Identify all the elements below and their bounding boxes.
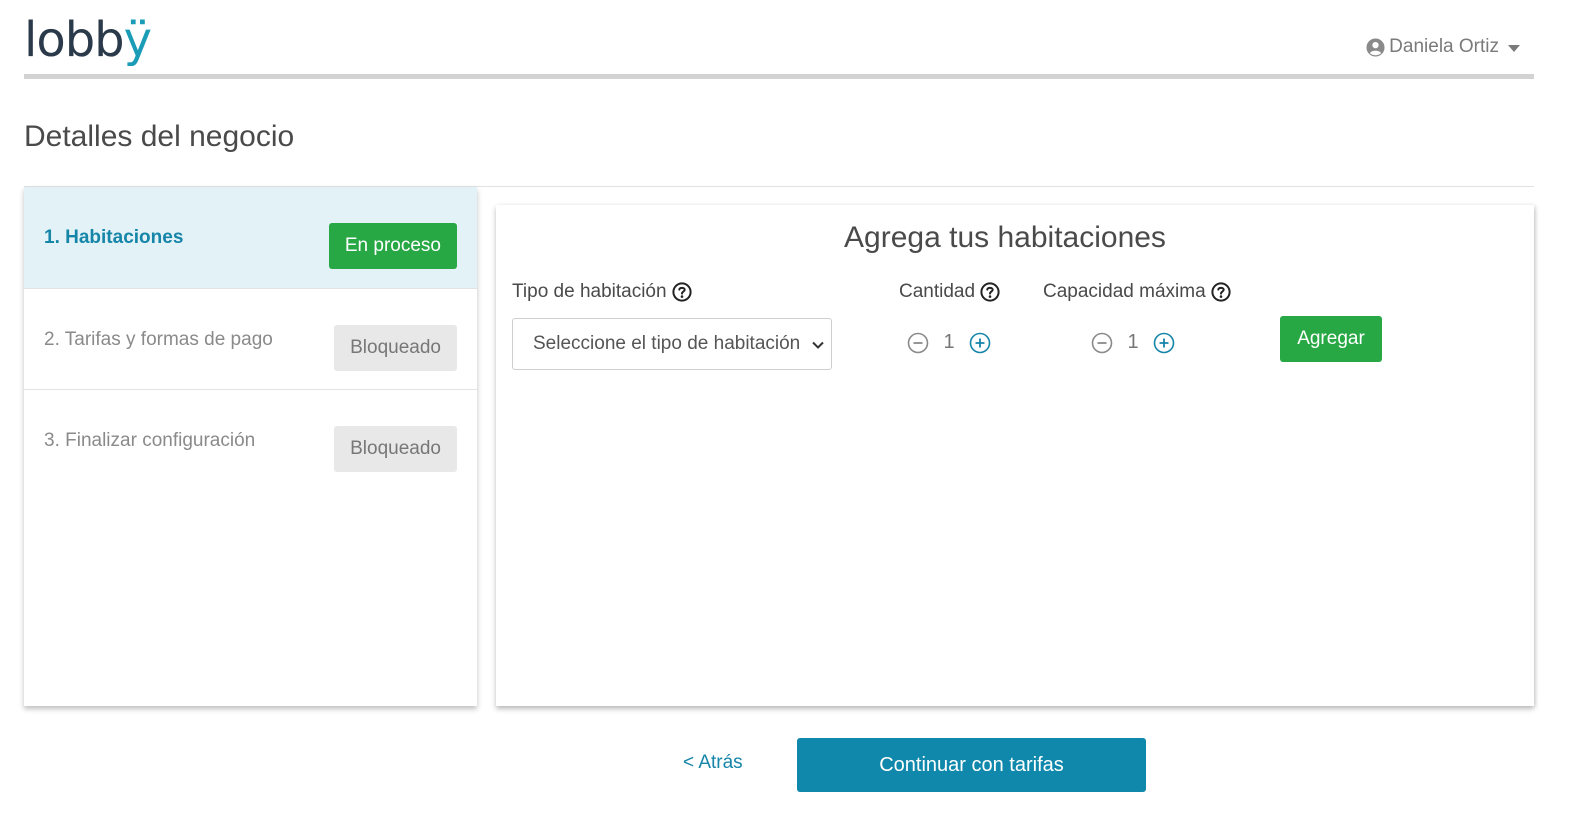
back-link[interactable]: < Atrás: [683, 752, 743, 774]
capacity-label: Capacidad máxima: [1043, 281, 1231, 303]
page-title: Detalles del negocio: [24, 120, 295, 153]
caret-down-icon: [1508, 44, 1520, 52]
rooms-panel: Agrega tus habitaciones Tipo de habitaci…: [496, 205, 1534, 706]
user-menu[interactable]: Daniela Ortiz: [1366, 36, 1520, 58]
step-label: 3. Finalizar configuración: [44, 430, 256, 451]
step-label: 1. Habitaciones: [44, 227, 184, 248]
capacity-value: 1: [1127, 331, 1139, 353]
logo-text: lobb: [24, 12, 125, 68]
lobby-logo[interactable]: lobbÿ: [24, 12, 152, 68]
question-circle-icon[interactable]: [1211, 282, 1231, 302]
header-divider: [24, 74, 1534, 79]
quantity-value: 1: [943, 331, 955, 353]
steps-sidebar: 1. Habitaciones En proceso 2. Tarifas y …: [24, 187, 477, 706]
quantity-stepper: 1: [907, 331, 991, 354]
room-type-label: Tipo de habitación: [512, 281, 692, 303]
logo-accent: ÿ: [123, 12, 152, 68]
user-circle-icon: [1366, 37, 1385, 57]
step-label: 2. Tarifas y formas de pago: [44, 329, 273, 350]
question-circle-icon[interactable]: [980, 282, 1000, 302]
user-name: Daniela Ortiz: [1389, 36, 1499, 57]
status-badge: Bloqueado: [334, 325, 457, 371]
capacity-stepper: 1: [1091, 331, 1175, 354]
minus-circle-icon[interactable]: [907, 332, 929, 354]
panel-title: Agrega tus habitaciones: [844, 221, 1166, 254]
minus-circle-icon[interactable]: [1091, 332, 1113, 354]
continue-button[interactable]: Continuar con tarifas: [797, 738, 1146, 792]
chevron-down-icon: [812, 341, 824, 349]
room-type-label-text: Tipo de habitación: [512, 281, 667, 302]
room-type-select[interactable]: Seleccione el tipo de habitación: [512, 318, 832, 370]
status-badge: En proceso: [328, 223, 457, 269]
add-room-button[interactable]: Agregar: [1280, 316, 1382, 362]
plus-circle-icon[interactable]: [1153, 332, 1175, 354]
question-circle-icon[interactable]: [671, 282, 692, 302]
quantity-label-text: Cantidad: [899, 281, 976, 302]
step-habitaciones[interactable]: 1. Habitaciones En proceso: [24, 187, 477, 289]
step-tarifas: 2. Tarifas y formas de pago Bloqueado: [24, 289, 477, 390]
quantity-label: Cantidad: [899, 281, 1000, 303]
capacity-label-text: Capacidad máxima: [1043, 281, 1206, 302]
top-header: lobbÿ Daniela Ortiz: [24, 0, 1534, 80]
step-finalizar: 3. Finalizar configuración Bloqueado: [24, 390, 477, 490]
select-placeholder: Seleccione el tipo de habitación: [533, 333, 801, 354]
plus-circle-icon[interactable]: [969, 332, 991, 354]
status-badge: Bloqueado: [334, 426, 457, 472]
